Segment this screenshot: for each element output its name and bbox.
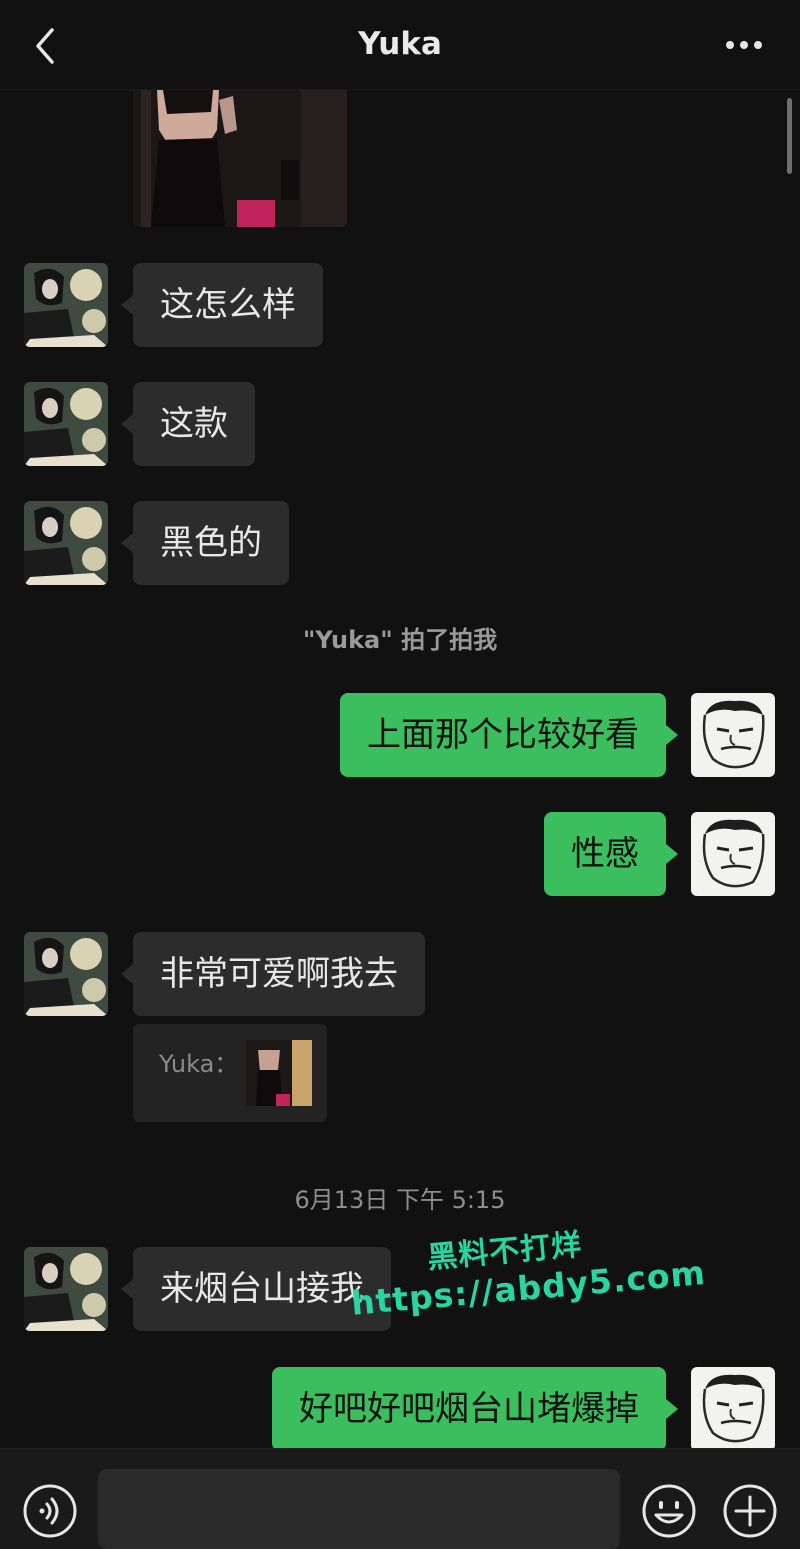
emoji-icon[interactable] (641, 1483, 697, 1539)
contact-avatar[interactable] (24, 382, 108, 466)
my-avatar[interactable] (691, 1367, 775, 1448)
contact-avatar[interactable] (24, 501, 108, 585)
my-avatar[interactable] (691, 812, 775, 896)
contact-avatar[interactable] (24, 932, 108, 1016)
message-bubble[interactable]: 黑色的 (133, 501, 289, 585)
plus-icon[interactable] (722, 1483, 778, 1539)
quoted-message[interactable]: Yuka： (133, 1024, 327, 1122)
message-bubble[interactable]: 上面那个比较好看 (340, 693, 666, 777)
message-input[interactable] (98, 1469, 620, 1549)
message-bubble[interactable]: 这款 (133, 382, 255, 466)
quote-sender: Yuka： (159, 1050, 239, 1078)
scrollbar[interactable] (787, 98, 792, 174)
photo-message[interactable] (133, 90, 347, 227)
contact-avatar[interactable] (24, 263, 108, 347)
voice-icon[interactable] (22, 1483, 78, 1539)
chat-header: Yuka (0, 0, 800, 90)
message-bubble[interactable]: 好吧好吧烟台山堵爆掉 (272, 1367, 666, 1448)
message-bubble[interactable]: 性感 (544, 812, 666, 896)
quoted-photo-thumbnail[interactable] (246, 1040, 312, 1106)
message-bubble[interactable]: 这怎么样 (133, 263, 323, 347)
contact-avatar[interactable] (24, 1247, 108, 1331)
more-dots-icon[interactable] (724, 38, 764, 52)
input-bar (0, 1448, 800, 1549)
pat-notice: "Yuka" 拍了拍我 (302, 626, 498, 654)
message-bubble[interactable]: 非常可爱啊我去 (133, 932, 425, 1016)
my-avatar[interactable] (691, 693, 775, 777)
chat-title: Yuka (358, 26, 442, 62)
